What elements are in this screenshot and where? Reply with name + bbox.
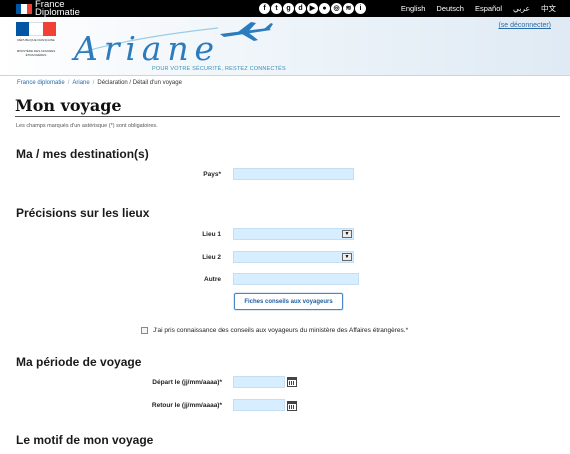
pays-input[interactable] <box>233 168 354 180</box>
section-motif-title: Le motif de mon voyage <box>16 433 154 447</box>
breadcrumb-france-diplomatie[interactable]: France diplomatie <box>17 80 65 86</box>
section-destinations-title: Ma / mes destination(s) <box>16 147 149 161</box>
calendar-icon[interactable] <box>287 377 297 387</box>
lang-espanol[interactable]: Español <box>475 4 502 13</box>
breadcrumb-separator: / <box>67 80 70 86</box>
calendar-icon[interactable] <box>287 401 297 411</box>
brand-line-2: Diplomatie <box>35 6 80 18</box>
breadcrumb-current: Déclaration / Détail d'un voyage <box>97 80 182 86</box>
retour-date-input[interactable] <box>233 399 285 411</box>
lieu2-label: Lieu 2 <box>202 254 221 261</box>
googleplus-icon[interactable]: g <box>283 3 294 14</box>
chevron-down-icon[interactable]: ▼ <box>342 253 352 261</box>
fiches-conseils-button[interactable]: Fiches conseils aux voyageurs <box>234 293 343 310</box>
facebook-icon[interactable]: f <box>259 3 270 14</box>
autre-input[interactable] <box>233 273 359 285</box>
lieu2-select[interactable]: ▼ <box>233 251 354 263</box>
top-bar: France Diplomatie f t g d ▶ ● ◎ ≋ i Engl… <box>0 0 570 17</box>
flickr-icon[interactable]: ● <box>319 3 330 14</box>
lang-arabic[interactable]: عربي <box>513 4 530 13</box>
republic-text: RÉPUBLIQUE FRANÇAISE <box>17 38 55 42</box>
site-header: RÉPUBLIQUE FRANÇAISE MINISTÈRE DES AFFAI… <box>0 17 570 76</box>
instagram-icon[interactable]: ◎ <box>331 3 342 14</box>
depart-date-input[interactable] <box>233 376 285 388</box>
youtube-icon[interactable]: ▶ <box>307 3 318 14</box>
social-icons: f t g d ▶ ● ◎ ≋ i <box>259 3 366 14</box>
acknowledge-label: J'ai pris connaissance des conseils aux … <box>153 327 409 334</box>
chevron-down-icon[interactable]: ▼ <box>342 230 352 238</box>
breadcrumb: France diplomatie / Ariane / Déclaration / D… <box>17 80 182 86</box>
dailymotion-icon[interactable]: d <box>295 3 306 14</box>
twitter-icon[interactable]: t <box>271 3 282 14</box>
pays-label: Pays* <box>203 171 221 178</box>
logout-link[interactable]: (se déconnecter) <box>498 22 551 29</box>
retour-label: Retour le (jj/mm/aaaa)* <box>151 402 222 409</box>
breadcrumb-ariane[interactable]: Ariane <box>72 80 89 86</box>
section-periode-title: Ma période de voyage <box>16 355 142 369</box>
ariane-tagline: POUR VOTRE SÉCURITÉ, RESTEZ CONNECTÉS <box>152 66 286 72</box>
ariane-logo-text: Ariane <box>71 29 214 68</box>
breadcrumb-separator: / <box>92 80 95 86</box>
lieu1-select[interactable]: ▼ <box>233 228 354 240</box>
marianne-flag-icon <box>16 22 56 36</box>
acknowledge-checkbox[interactable] <box>141 327 148 334</box>
language-links: English Deutsch Español عربي 中文 <box>401 0 556 17</box>
title-divider <box>15 116 560 117</box>
rss-icon[interactable]: ≋ <box>343 3 354 14</box>
france-diplomatie-text: France Diplomatie <box>35 0 80 18</box>
french-flag-icon <box>16 3 32 14</box>
lang-chinese[interactable]: 中文 <box>541 3 556 14</box>
airplane-icon <box>220 22 273 41</box>
section-lieux-title: Précisions sur les lieux <box>16 206 150 220</box>
page-title: Mon voyage <box>15 96 122 115</box>
ministry-text: MINISTÈRE DES AFFAIRES ÉTRANGÈRES <box>16 49 56 57</box>
depart-label: Départ le (jj/mm/aaaa)* <box>152 379 222 386</box>
autre-label: Autre <box>204 276 221 283</box>
france-diplomatie-logo[interactable]: France Diplomatie <box>16 0 80 17</box>
lang-deutsch[interactable]: Deutsch <box>436 4 464 13</box>
lang-english[interactable]: English <box>401 4 426 13</box>
mandatory-note: Les champs marqués d'un astérisque (*) s… <box>16 123 158 129</box>
lieu1-label: Lieu 1 <box>202 231 221 238</box>
republique-francaise-logo[interactable]: RÉPUBLIQUE FRANÇAISE MINISTÈRE DES AFFAI… <box>16 22 56 70</box>
info-icon[interactable]: i <box>355 3 366 14</box>
